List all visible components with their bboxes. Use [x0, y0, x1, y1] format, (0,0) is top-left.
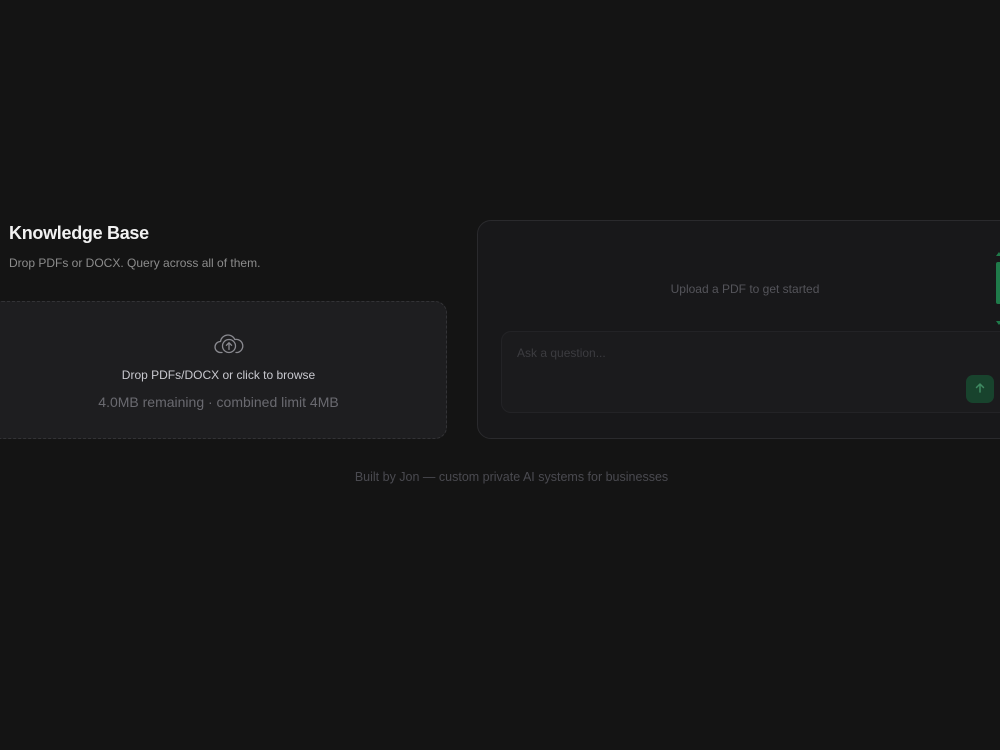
page: Knowledge Base Drop PDFs or DOCX. Query … [0, 0, 1000, 750]
chat-empty-state: Upload a PDF to get started [670, 282, 820, 296]
page-subtitle: Drop PDFs or DOCX. Query across all of t… [9, 256, 261, 270]
question-input[interactable] [517, 344, 987, 362]
page-title: Knowledge Base [9, 223, 149, 243]
footer-credit: Built by Jon — custom private AI systems… [354, 470, 669, 484]
cloud-upload-icon [213, 332, 245, 356]
scrollbar-thumb[interactable] [996, 262, 1000, 304]
scroll-up-arrow-icon[interactable] [996, 252, 1000, 256]
send-button[interactable] [966, 375, 994, 403]
arrow-up-icon [974, 382, 986, 397]
scroll-down-arrow-icon[interactable] [996, 321, 1000, 325]
dropzone-label: Drop PDFs/DOCX or click to browse [121, 368, 316, 382]
dropzone-limit-text: 4.0MB remaining · combined limit 4MB [98, 394, 339, 410]
